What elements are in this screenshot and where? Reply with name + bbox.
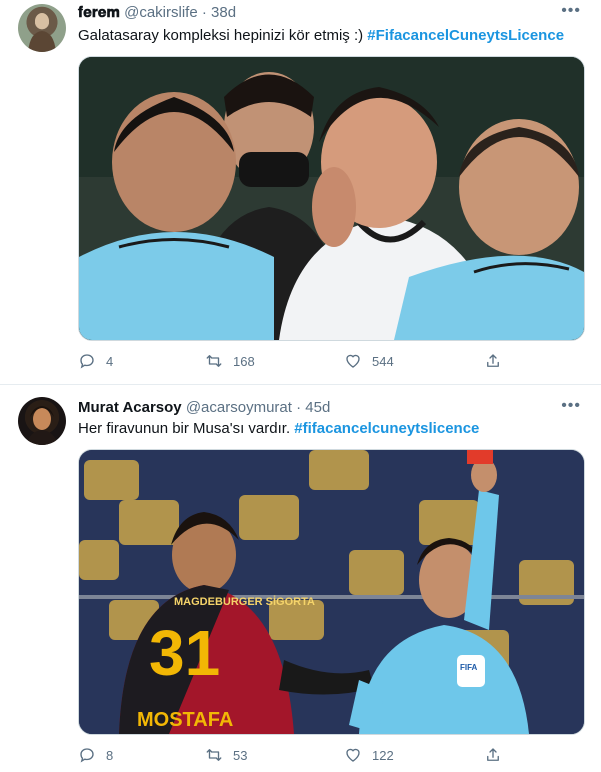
heart-icon: [346, 354, 360, 368]
avatar-image: [28, 13, 56, 52]
photo-red-card: MAGDEBURGER SİGORTA 31 MOSTAFA FIFA: [79, 450, 584, 734]
reply-button[interactable]: 8: [78, 746, 113, 764]
display-name[interactable]: Murat Acarsoy: [78, 399, 182, 416]
timestamp[interactable]: 45d: [305, 399, 330, 416]
reply-count: 4: [106, 353, 114, 369]
retweet-icon: [206, 355, 222, 367]
separator-dot: ·: [201, 4, 207, 21]
more-options-icon[interactable]: •••: [561, 397, 581, 415]
reply-icon: [80, 354, 94, 369]
tweet-text: Galatasaray kompleksi hepinizi kör etmiş…: [78, 27, 564, 44]
share-icon: [487, 354, 499, 367]
share-icon: [487, 748, 499, 761]
avatar-image: [26, 406, 58, 445]
tweet-header: 𝐟𝐞𝐫𝐞𝐦 @cakirslife · 38d: [78, 4, 236, 21]
avatar[interactable]: [18, 397, 66, 445]
like-count: 544: [372, 353, 394, 369]
share-button[interactable]: [484, 746, 512, 764]
tweet-actions: 4 168 544: [78, 352, 518, 374]
share-button[interactable]: [484, 352, 512, 370]
retweet-count: 168: [233, 353, 255, 369]
retweet-button[interactable]: 53: [205, 746, 247, 764]
tweet-text-body: Galatasaray kompleksi hepinizi kör etmiş…: [78, 27, 368, 44]
like-button[interactable]: 544: [344, 352, 394, 370]
display-name[interactable]: 𝐟𝐞𝐫𝐞𝐦: [78, 4, 120, 21]
fifa-badge: FIFA: [460, 663, 478, 672]
jersey-number: 31: [149, 617, 220, 689]
user-handle[interactable]: @cakirslife: [124, 4, 198, 21]
retweet-button[interactable]: 168: [205, 352, 255, 370]
tweet-text: Her firavunun bir Musa'sı vardır. #fifac…: [78, 420, 479, 437]
tweet-header: Murat Acarsoy @acarsoymurat · 45d: [78, 399, 330, 416]
photo-referees-argument: [79, 57, 584, 340]
hashtag-link[interactable]: #FifacancelCuneytsLicence: [367, 27, 564, 44]
retweet-count: 53: [233, 747, 248, 763]
reply-count: 8: [106, 747, 114, 763]
timestamp[interactable]: 38d: [211, 4, 236, 21]
like-button[interactable]: 122: [344, 746, 394, 764]
avatar[interactable]: [18, 4, 66, 52]
jersey-name: MOSTAFA: [137, 709, 233, 731]
tweet-text-body: Her firavunun bir Musa'sı vardır.: [78, 420, 295, 437]
reply-button[interactable]: 4: [78, 352, 113, 370]
tweet[interactable]: 𝐟𝐞𝐫𝐞𝐦 @cakirslife · 38d ••• Galatasaray …: [0, 0, 601, 385]
separator-dot: ·: [296, 399, 302, 416]
tweet-photo[interactable]: [78, 56, 585, 341]
tweet[interactable]: Murat Acarsoy @acarsoymurat · 45d ••• He…: [0, 385, 601, 772]
tweet-photo[interactable]: MAGDEBURGER SİGORTA 31 MOSTAFA FIFA: [78, 449, 585, 735]
reply-icon: [80, 748, 94, 763]
tweet-actions: 8 53 122: [78, 746, 518, 768]
hashtag-link[interactable]: #fifacancelcuneytslicence: [294, 420, 479, 437]
like-count: 122: [372, 747, 394, 763]
retweet-icon: [206, 749, 222, 761]
more-options-icon[interactable]: •••: [561, 2, 581, 20]
user-handle[interactable]: @acarsoymurat: [186, 399, 292, 416]
heart-icon: [346, 748, 360, 762]
jersey-sponsor: MAGDEBURGER SİGORTA: [174, 595, 315, 608]
